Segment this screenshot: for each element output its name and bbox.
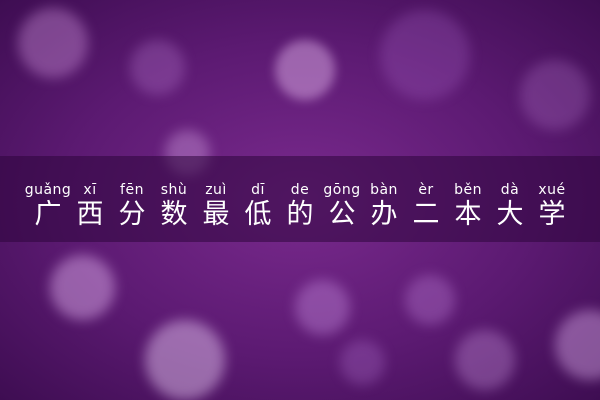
title-char: xī 西 xyxy=(69,181,111,231)
bokeh-light xyxy=(50,255,115,320)
title-char: guǎng 广 xyxy=(24,181,72,231)
hanzi-char: 分 xyxy=(118,199,146,230)
hanzi-char: 大 xyxy=(496,199,524,230)
pinyin-label: xī xyxy=(83,182,97,198)
hanzi-char: 公 xyxy=(328,199,356,230)
bokeh-light xyxy=(555,310,600,380)
title-char: dī 低 xyxy=(237,181,279,231)
hanzi-char: 最 xyxy=(202,199,230,230)
bokeh-light xyxy=(130,40,185,95)
pinyin-label: zuì xyxy=(205,182,227,198)
bokeh-light xyxy=(380,10,470,100)
pinyin-label: de xyxy=(290,182,310,198)
title-char: zuì 最 xyxy=(195,181,237,231)
title-char: gōng 公 xyxy=(321,181,363,231)
page-title: guǎng 广 xī 西 fēn 分 shù 数 zuì 最 dī 低 de 的… xyxy=(0,181,600,231)
title-char: bàn 办 xyxy=(363,181,405,231)
bokeh-light xyxy=(295,280,350,335)
bokeh-light xyxy=(340,340,385,385)
pinyin-label: dà xyxy=(500,182,520,198)
bokeh-light xyxy=(520,60,590,130)
hanzi-char: 西 xyxy=(76,199,104,230)
pinyin-label: bàn xyxy=(370,182,398,198)
pinyin-label: xué xyxy=(538,182,566,198)
title-char: de 的 xyxy=(279,181,321,231)
pinyin-label: gōng xyxy=(323,182,361,198)
bokeh-light xyxy=(18,8,88,78)
bokeh-light xyxy=(405,275,455,325)
bokeh-light xyxy=(275,40,335,100)
pinyin-label: běn xyxy=(454,182,482,198)
hanzi-char: 的 xyxy=(286,199,314,230)
hanzi-char: 办 xyxy=(370,199,398,230)
hanzi-char: 低 xyxy=(244,199,272,230)
pinyin-label: shù xyxy=(160,182,188,198)
title-char: běn 本 xyxy=(447,181,489,231)
hanzi-char: 数 xyxy=(160,199,188,230)
pinyin-label: èr xyxy=(418,182,434,198)
bokeh-light xyxy=(455,330,515,390)
pinyin-label: guǎng xyxy=(24,182,72,198)
hanzi-char: 二 xyxy=(412,199,440,230)
pinyin-label: dī xyxy=(251,182,265,198)
hanzi-char: 学 xyxy=(538,199,566,230)
title-char: èr 二 xyxy=(405,181,447,231)
title-char: shù 数 xyxy=(153,181,195,231)
hanzi-char: 广 xyxy=(34,199,62,230)
hanzi-char: 本 xyxy=(454,199,482,230)
title-char: fēn 分 xyxy=(111,181,153,231)
title-char: xué 学 xyxy=(531,181,573,231)
title-char: dà 大 xyxy=(489,181,531,231)
bokeh-light xyxy=(145,320,225,400)
pinyin-label: fēn xyxy=(120,182,144,198)
